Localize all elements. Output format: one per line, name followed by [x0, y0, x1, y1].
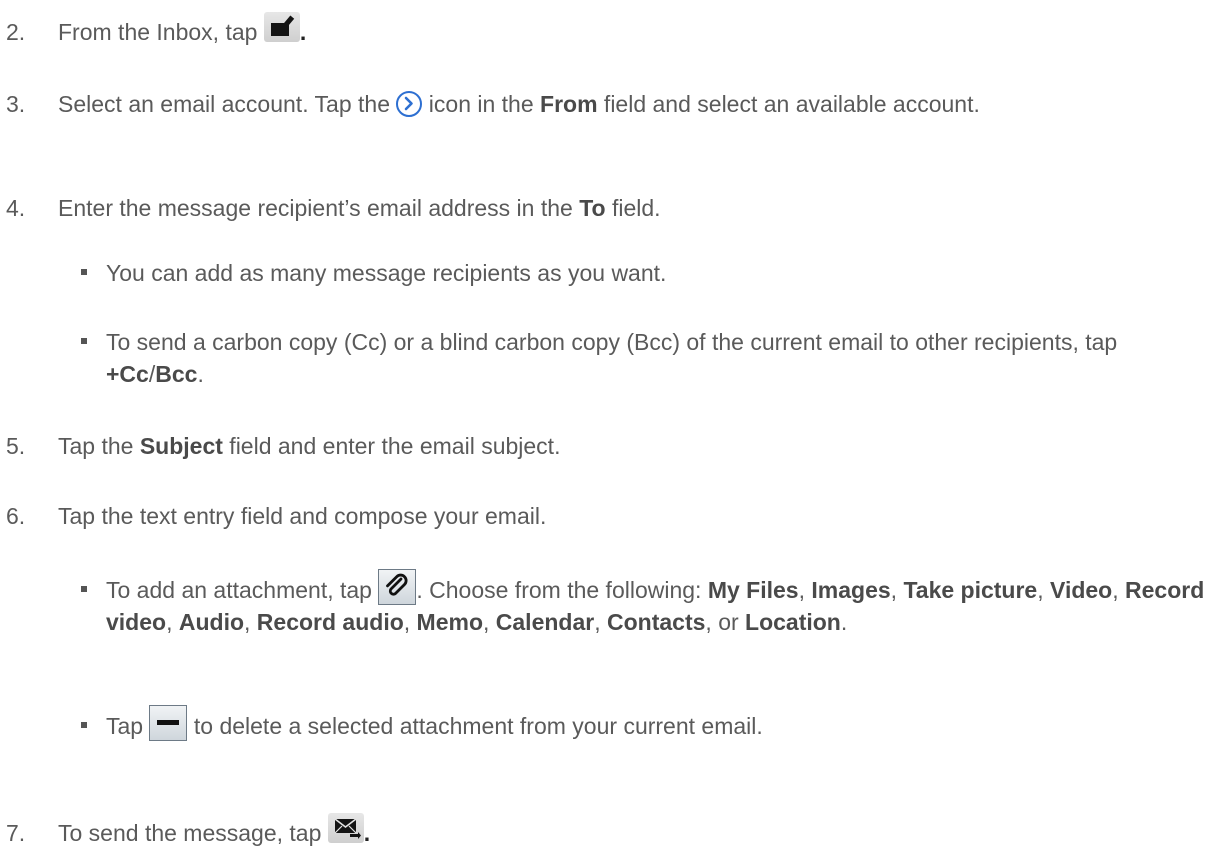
- bullet-marker: [81, 722, 87, 728]
- bullet-text: To send a carbon copy (Cc) or a blind ca…: [106, 329, 1118, 387]
- bullet-text: You can add as many message recipients a…: [106, 260, 667, 286]
- compose-email-icon: [263, 11, 300, 42]
- minus-icon: [149, 704, 188, 741]
- step-text: Tap the text entry field and compose you…: [58, 503, 547, 529]
- bullet-text: To add an attachment, tap . Choose from …: [106, 568, 1212, 638]
- send-email-icon: [327, 812, 364, 843]
- step-number: 4.: [6, 195, 26, 221]
- bullet-marker: [81, 269, 87, 275]
- step-text: From the Inbox, tap .: [58, 11, 1212, 48]
- bullet-text: Tap to delete a selected attachment from…: [106, 704, 1212, 742]
- step-number: 6.: [6, 503, 26, 529]
- step-text: To send the message, tap .: [58, 812, 1212, 849]
- chevron-circle-right-icon: [396, 90, 423, 117]
- step-number: 3.: [6, 91, 26, 117]
- bullet-marker: [81, 586, 87, 592]
- step-text: Select an email account. Tap the icon in…: [58, 90, 980, 117]
- step-text: Tap the Subject field and enter the emai…: [58, 433, 561, 459]
- step-number: 7.: [6, 820, 26, 846]
- step-number: 5.: [6, 433, 26, 459]
- bullet-marker: [81, 338, 87, 344]
- paperclip-icon: [378, 568, 417, 605]
- step-number: 2.: [6, 19, 26, 45]
- step-text: Enter the message recipient’s email addr…: [58, 195, 661, 221]
